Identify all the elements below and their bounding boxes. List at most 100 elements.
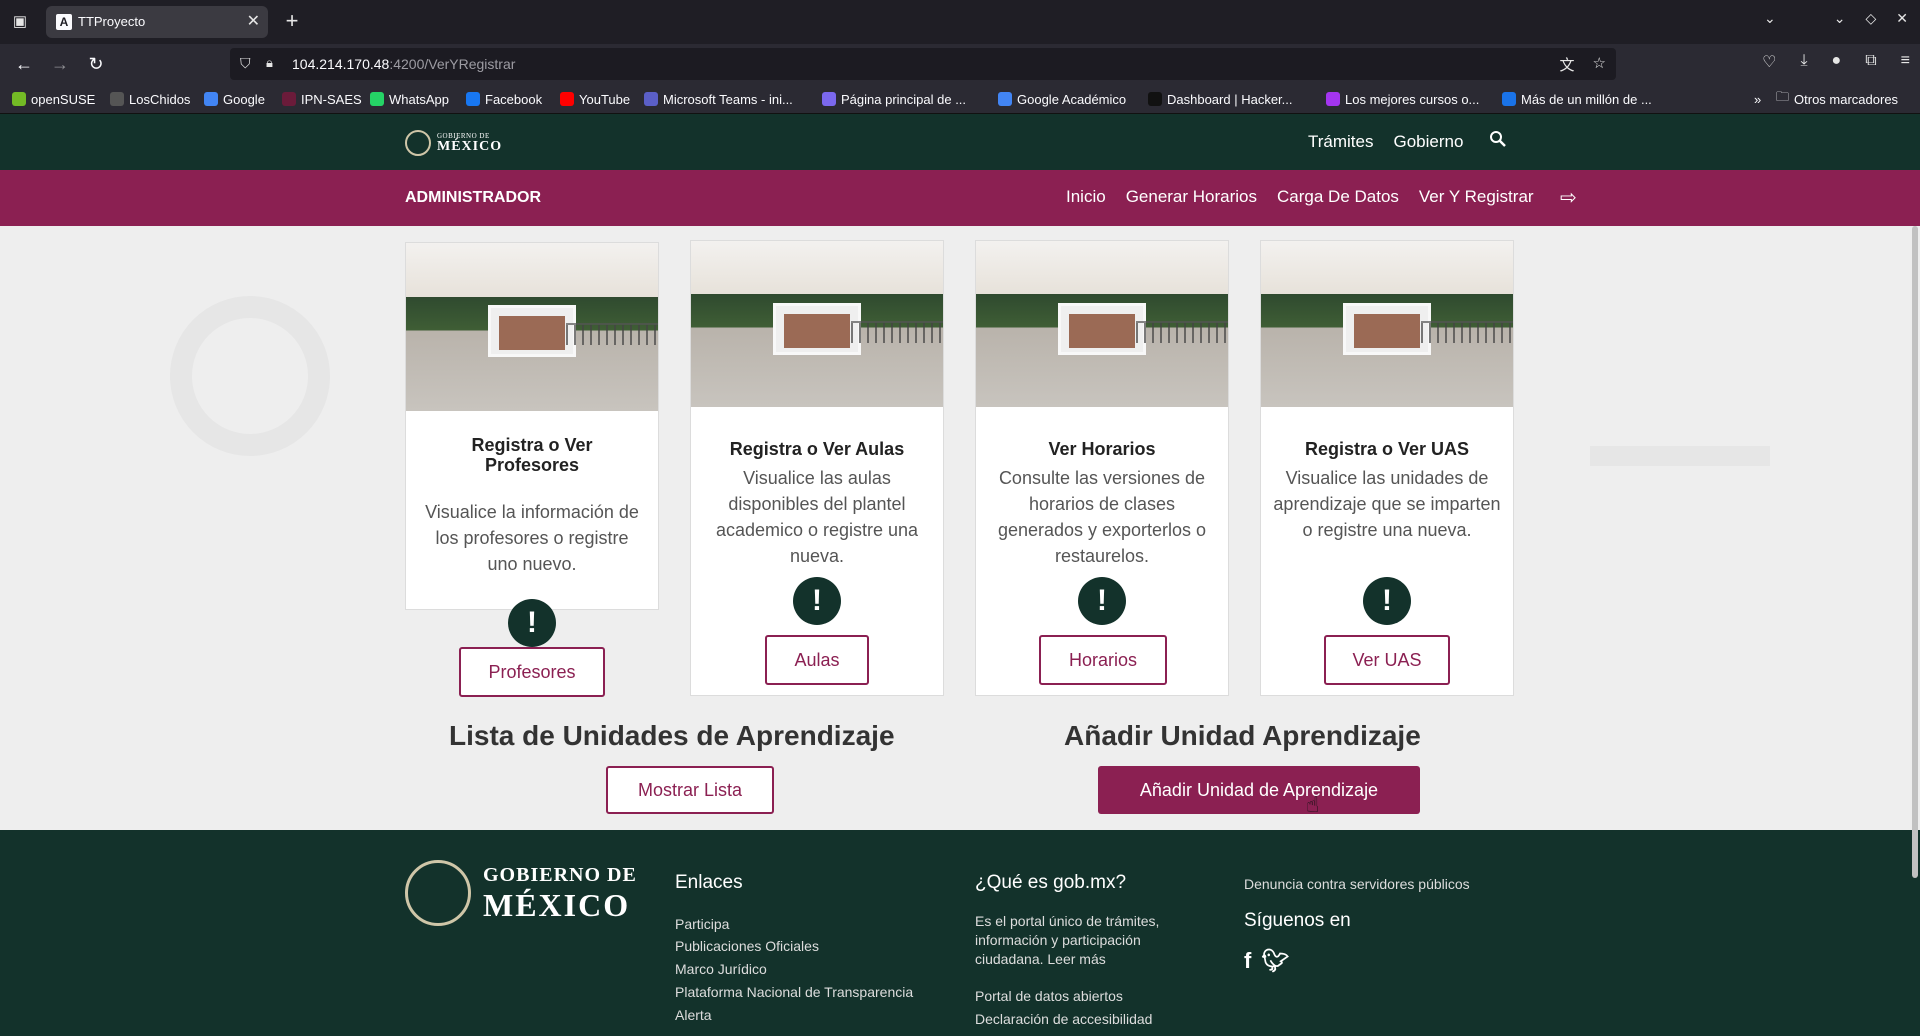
bookmark-item[interactable]: WhatsApp: [370, 90, 449, 108]
tab-close-icon[interactable]: ✕: [247, 11, 260, 31]
ver-uas-button[interactable]: Ver UAS: [1324, 635, 1450, 685]
logo-line2: MÉXICO: [437, 138, 503, 154]
exclamation-icon: !: [508, 599, 556, 647]
aulas-button[interactable]: Aulas: [765, 635, 869, 685]
bookmark-item[interactable]: LosChidos: [110, 90, 190, 108]
card-title: Registra o Ver UAS: [1304, 439, 1470, 459]
card-uas: Registra o Ver UAS Visualice las unidade…: [1260, 240, 1514, 696]
background-scale-decoration: [1590, 286, 1770, 466]
card-description: Visualice las unidades de aprendizaje qu…: [1273, 468, 1501, 540]
card-title: Registra o Ver Aulas: [729, 439, 905, 459]
other-bookmarks[interactable]: 🗀︎ Otros marcadores: [1776, 89, 1898, 108]
close-window-icon[interactable]: ✕: [1896, 10, 1908, 27]
footer-logo-line2: MÉXICO: [483, 887, 631, 923]
role-title: ADMINISTRADOR: [405, 189, 541, 206]
hand-cursor-icon: ☝︎: [1306, 792, 1320, 817]
browser-tab-bar: ▣ A TTProyecto ✕ + ⌄ ⌄ ◇ ✕: [0, 0, 1920, 44]
bookmark-favicon-icon: [560, 92, 574, 106]
gob-mx-logo[interactable]: GOBIERNO DE MÉXICO: [405, 130, 502, 156]
download-icon[interactable]: ⤓: [1800, 52, 1807, 72]
footer-link-datos-abiertos[interactable]: Portal de datos abiertos: [975, 988, 1123, 1004]
menu-icon[interactable]: ≡: [1901, 52, 1910, 72]
back-icon[interactable]: ←: [12, 52, 36, 76]
window-controls: ⌄ ◇ ✕: [1834, 10, 1908, 27]
bookmark-label: Más de un millón de ...: [1521, 91, 1652, 107]
twitter-icon[interactable]: 🐦︎: [1261, 948, 1289, 974]
bookmark-label: Los mejores cursos o...: [1345, 91, 1480, 107]
nav-inicio[interactable]: Inicio: [1066, 187, 1106, 207]
bookmark-item[interactable]: Dashboard | Hacker...: [1148, 90, 1293, 108]
footer-gob-mx-logo[interactable]: GOBIERNO DE MÉXICO: [405, 860, 637, 926]
bookmark-item[interactable]: openSUSE: [12, 90, 95, 108]
anadir-unidad-button[interactable]: Añadir Unidad de Aprendizaje: [1098, 766, 1420, 814]
card-image: [691, 241, 943, 407]
que-es-title: ¿Qué es gob.mx?: [975, 872, 1127, 893]
footer-link-publicaciones[interactable]: Publicaciones Oficiales: [675, 938, 819, 954]
tab-list-icon[interactable]: ▣: [10, 12, 30, 32]
facebook-icon[interactable]: f: [1244, 948, 1251, 974]
footer-link-alerta[interactable]: Alerta: [675, 1007, 712, 1023]
more-bookmarks-icon[interactable]: »: [1754, 90, 1761, 108]
bookmark-item[interactable]: Google: [204, 90, 265, 108]
footer-link-denuncia[interactable]: Denuncia contra servidores públicos: [1244, 876, 1470, 892]
shield-icon[interactable]: ⛉: [240, 55, 251, 72]
pocket-icon[interactable]: ♡: [1762, 52, 1776, 72]
bookmark-item[interactable]: Microsoft Teams - ini...: [644, 90, 793, 108]
footer-link-transparencia[interactable]: Plataforma Nacional de Transparencia: [675, 984, 913, 1000]
admin-nav: Inicio Generar Horarios Carga De Datos V…: [1066, 187, 1534, 207]
bookmark-label: LosChidos: [129, 91, 191, 107]
maximize-icon[interactable]: ◇: [1865, 10, 1876, 27]
extensions-icon[interactable]: ⧉: [1865, 52, 1876, 72]
bookmark-star-icon[interactable]: ☆: [1593, 54, 1606, 75]
account-icon[interactable]: ●: [1832, 52, 1842, 72]
angular-favicon-icon: A: [56, 14, 72, 30]
url-path: :4200/VerYRegistrar: [389, 56, 516, 72]
reload-icon[interactable]: ↻: [84, 52, 108, 76]
browser-tab[interactable]: A TTProyecto ✕: [46, 6, 268, 38]
profesores-button[interactable]: Profesores: [459, 647, 605, 697]
admin-nav-bar: ADMINISTRADOR Inicio Generar Horarios Ca…: [0, 170, 1920, 226]
logout-icon[interactable]: ⇨: [1560, 185, 1577, 210]
bookmark-item[interactable]: YouTube: [560, 90, 630, 108]
lock-icon[interactable]: 🔒︎: [266, 55, 273, 71]
footer-link-participa[interactable]: Participa: [675, 916, 729, 932]
nav-generar-horarios[interactable]: Generar Horarios: [1126, 187, 1257, 207]
nav-ver-registrar[interactable]: Ver Y Registrar: [1419, 187, 1534, 207]
forward-icon[interactable]: →: [48, 52, 72, 76]
bookmark-item[interactable]: Los mejores cursos o...: [1326, 90, 1479, 108]
footer-link-accesibilidad[interactable]: Declaración de accesibilidad: [975, 1011, 1152, 1027]
horarios-button[interactable]: Horarios: [1039, 635, 1167, 685]
nav-gobierno[interactable]: Gobierno: [1394, 132, 1464, 152]
browser-nav-bar: ← → ↻ ⛉ 🔒︎ 104.214.170.48:4200/VerYRegis…: [0, 44, 1920, 84]
bookmark-item[interactable]: Más de un millón de ...: [1502, 90, 1652, 108]
translate-icon[interactable]: 文: [1560, 54, 1575, 75]
mostrar-lista-button[interactable]: Mostrar Lista: [606, 766, 774, 814]
bookmark-favicon-icon: [466, 92, 480, 106]
new-tab-icon[interactable]: +: [280, 8, 304, 34]
bookmark-item[interactable]: IPN-SAES: [282, 90, 362, 108]
search-icon[interactable]: [1489, 130, 1507, 153]
url-bar[interactable]: ⛉ 🔒︎ 104.214.170.48:4200/VerYRegistrar 文…: [230, 48, 1616, 80]
nav-carga-datos[interactable]: Carga De Datos: [1277, 187, 1399, 207]
exclamation-icon: !: [1078, 577, 1126, 625]
card-image: [406, 243, 658, 411]
minimize-icon[interactable]: ⌄: [1834, 10, 1846, 27]
list-section-title: Lista de Unidades de Aprendizaje: [449, 720, 895, 751]
card-image: [976, 241, 1228, 407]
exclamation-icon: !: [1363, 577, 1411, 625]
bookmark-item[interactable]: Google Académico: [998, 90, 1126, 108]
bookmark-item[interactable]: Página principal de ...: [822, 90, 966, 108]
url-text[interactable]: 104.214.170.48:4200/VerYRegistrar: [292, 56, 515, 72]
bookmark-favicon-icon: [1502, 92, 1516, 106]
bookmark-label: Facebook: [485, 91, 543, 107]
bookmark-item[interactable]: Facebook: [466, 90, 542, 108]
bookmark-favicon-icon: [822, 92, 836, 106]
que-es-text: Es el portal único de trámites, informac…: [975, 913, 1160, 967]
footer-link-marco-juridico[interactable]: Marco Jurídico: [675, 961, 767, 977]
tabs-dropdown-icon[interactable]: ⌄: [1764, 10, 1776, 27]
page-scrollbar[interactable]: [1912, 226, 1918, 878]
bookmark-favicon-icon: [282, 92, 296, 106]
nav-tramites[interactable]: Trámites: [1308, 132, 1374, 152]
bookmarks-bar: » 🗀︎ Otros marcadores openSUSE LosChidos G…: [0, 84, 1920, 114]
enlaces-title: Enlaces: [675, 872, 743, 893]
